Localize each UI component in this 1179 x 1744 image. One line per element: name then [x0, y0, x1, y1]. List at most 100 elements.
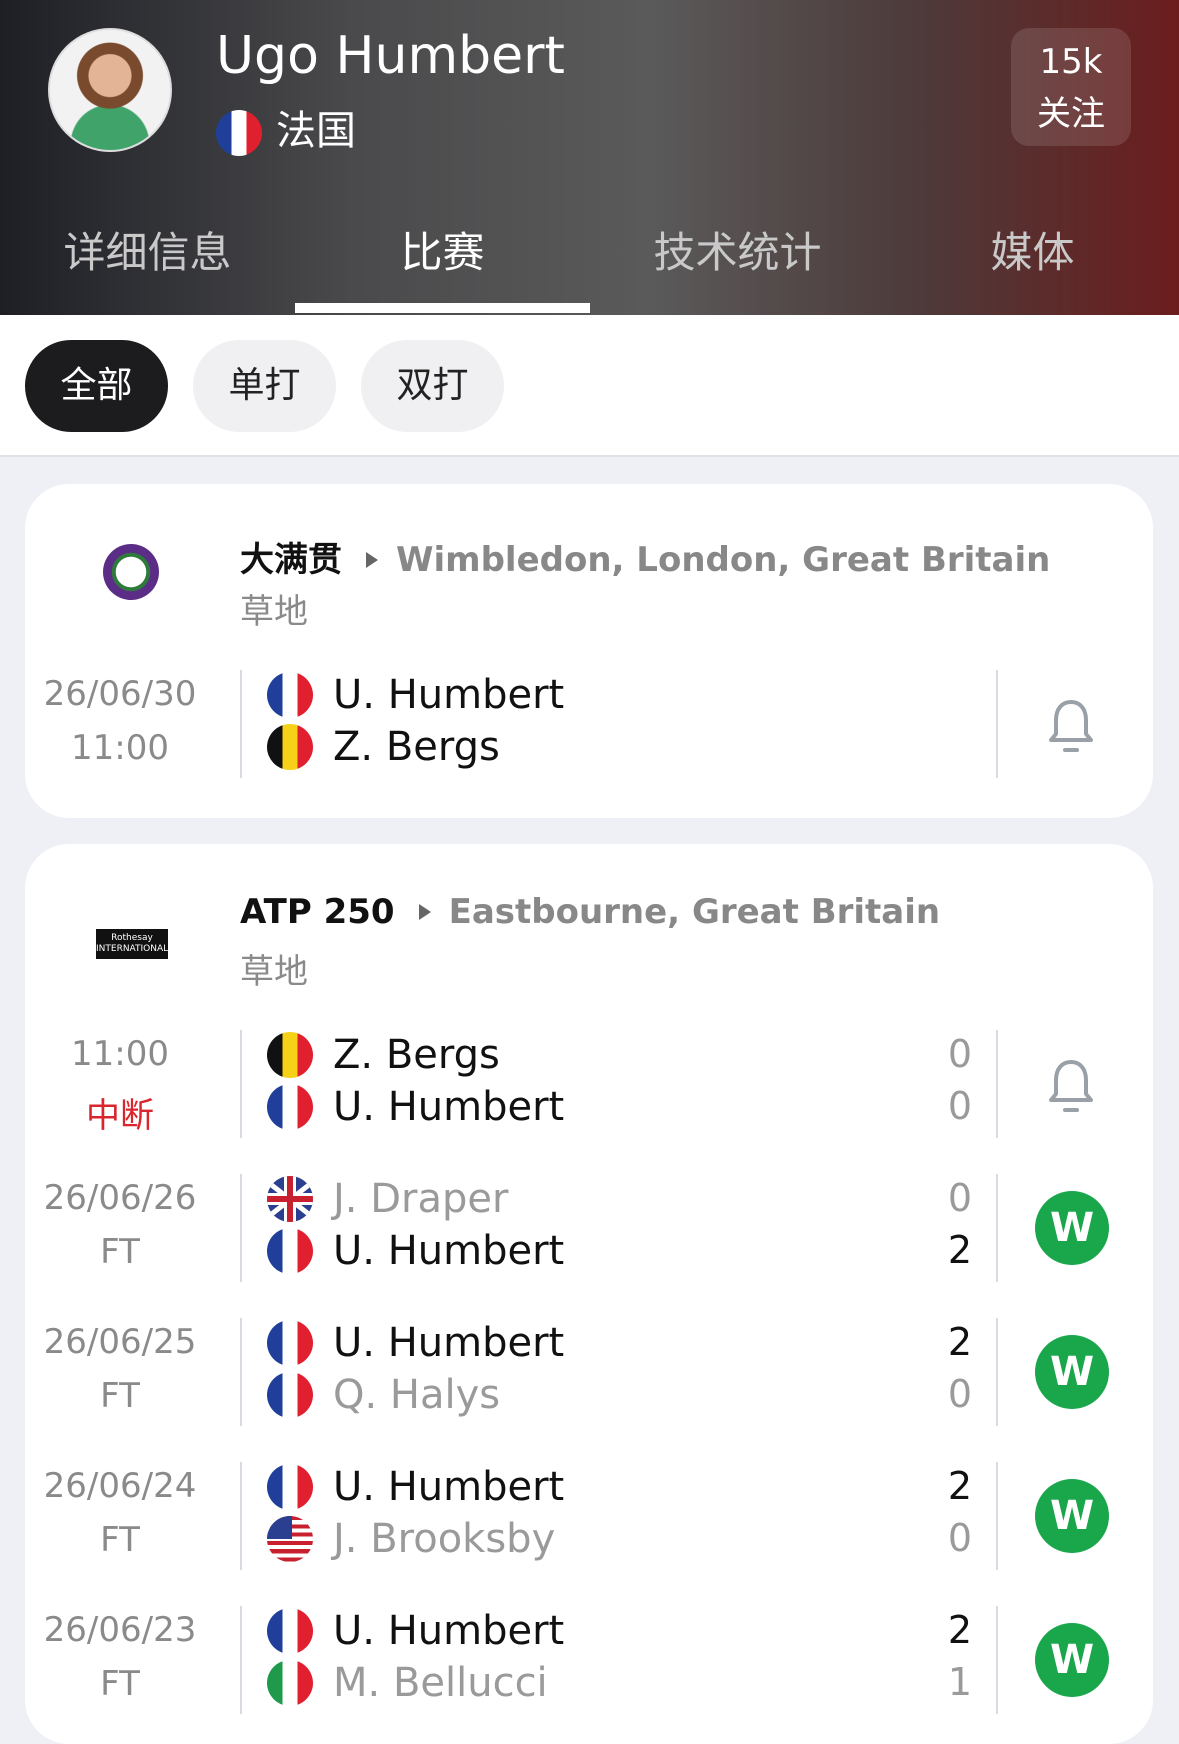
active-tab-indicator: [295, 303, 590, 313]
belgium-flag-icon: [267, 724, 313, 770]
player-country: 法国: [216, 98, 356, 156]
player-2-name: Q. Halys: [333, 1372, 501, 1418]
divider: [240, 1318, 242, 1426]
player-2-score: 0: [947, 1372, 973, 1416]
divider: [240, 1462, 242, 1570]
win-badge: W: [1035, 1623, 1109, 1697]
filter-bar: 全部 单打 双打: [0, 315, 1179, 457]
divider: [996, 1174, 998, 1282]
player-1-score: 0: [947, 1032, 973, 1076]
win-badge: W: [1035, 1479, 1109, 1553]
player-avatar: [48, 28, 172, 152]
match-row[interactable]: 26/06/30 11:00 U. Humbert Z. Bergs: [25, 670, 1153, 780]
france-flag-icon: [267, 1464, 313, 1510]
player-name: Ugo Humbert: [216, 26, 565, 86]
match-date: 26/06/24: [43, 1466, 197, 1506]
usa-flag-icon: [267, 1516, 313, 1562]
tournament-category: 大满贯: [240, 540, 342, 580]
match-row[interactable]: 26/06/23 FT U. Humbert M. Bellucci 2 1 W: [25, 1606, 1153, 1716]
bell-icon[interactable]: [1047, 1058, 1095, 1116]
tournament-card-eastbourne: Rothesay INTERNATIONAL ATP 250 Eastbourne…: [25, 844, 1153, 1744]
divider: [996, 1030, 998, 1138]
tournament-header[interactable]: 大满贯 Wimbledon, London, Great Britain: [240, 532, 1050, 581]
player-1-row: U. Humbert: [267, 1606, 564, 1656]
player-2-name: U. Humbert: [333, 1228, 565, 1274]
match-row[interactable]: 26/06/25 FT U. Humbert Q. Halys 2 0 W: [25, 1318, 1153, 1428]
player-header: Ugo Humbert 法国 15k 关注 详细信息 比赛 技术统计 媒体: [0, 0, 1179, 315]
divider: [996, 1318, 998, 1426]
player-2-score: 2: [947, 1228, 973, 1272]
player-2-name: U. Humbert: [333, 1084, 565, 1130]
italy-flag-icon: [267, 1660, 313, 1706]
player-2-row: M. Bellucci: [267, 1658, 548, 1708]
player-2-score: 1: [947, 1660, 973, 1704]
france-flag-icon: [267, 1228, 313, 1274]
match-status: FT: [100, 1520, 140, 1560]
france-flag-icon: [267, 1084, 313, 1130]
player-1-score: 2: [947, 1464, 973, 1508]
divider: [996, 670, 998, 778]
filter-singles-chip[interactable]: 单打: [193, 340, 336, 432]
player-1-name: U. Humbert: [333, 1608, 565, 1654]
match-time: 11:00: [71, 728, 169, 768]
france-flag-icon: [216, 110, 262, 156]
player-1-name: U. Humbert: [333, 672, 565, 718]
tab-bar: 详细信息 比赛 技术统计 媒体: [0, 205, 1179, 315]
divider: [996, 1606, 998, 1714]
tournament-category: ATP 250: [240, 892, 395, 932]
bell-icon[interactable]: [1047, 698, 1095, 756]
france-flag-icon: [267, 1372, 313, 1418]
france-flag-icon: [267, 1608, 313, 1654]
win-badge: W: [1035, 1335, 1109, 1409]
belgium-flag-icon: [267, 1032, 313, 1078]
player-1-score: 0: [947, 1176, 973, 1220]
divider: [240, 1030, 242, 1138]
match-date: 26/06/25: [43, 1322, 197, 1362]
player-1-name: U. Humbert: [333, 1464, 565, 1510]
player-2-score: 0: [947, 1516, 973, 1560]
caret-right-icon: [366, 551, 378, 568]
filter-doubles-chip[interactable]: 双打: [361, 340, 504, 432]
uk-flag-icon: [267, 1176, 313, 1222]
match-row[interactable]: 26/06/26 FT J. Draper U. Humbert 0 2 W: [25, 1174, 1153, 1284]
tournament-location: Eastbourne, Great Britain: [448, 892, 941, 932]
tab-media[interactable]: 媒体: [885, 219, 1179, 280]
match-status: FT: [100, 1664, 140, 1704]
match-date: 26/06/26: [43, 1178, 197, 1218]
tab-matches[interactable]: 比赛: [295, 219, 590, 280]
match-row[interactable]: 26/06/24 FT U. Humbert J. Brooksby 2 0 W: [25, 1462, 1153, 1572]
match-time: 11:00: [71, 1034, 169, 1074]
player-2-name: Z. Bergs: [333, 724, 500, 770]
match-date: 26/06/30: [43, 674, 197, 714]
match-date: 26/06/23: [43, 1610, 197, 1650]
follow-button[interactable]: 15k 关注: [1011, 28, 1131, 146]
caret-right-icon: [418, 903, 431, 920]
player-2-row: U. Humbert: [267, 1082, 564, 1132]
rothesay-logo: Rothesay INTERNATIONAL: [96, 929, 168, 959]
player-2-row: J. Brooksby: [267, 1514, 555, 1564]
follow-label: 关注: [1037, 94, 1105, 134]
match-status-interrupted: 中断: [86, 1096, 154, 1136]
player-1-row: U. Humbert: [267, 670, 564, 720]
tournament-surface: 草地: [240, 592, 308, 632]
tournament-header[interactable]: ATP 250 Eastbourne, Great Britain: [240, 892, 940, 932]
tournament-location: Wimbledon, London, Great Britain: [396, 540, 1051, 580]
tournament-surface: 草地: [240, 952, 308, 992]
match-status: FT: [100, 1376, 140, 1416]
player-1-row: U. Humbert: [267, 1462, 564, 1512]
player-1-name: J. Draper: [333, 1176, 509, 1222]
player-1-row: Z. Bergs: [267, 1030, 500, 1080]
filter-all-chip[interactable]: 全部: [25, 340, 168, 432]
tournament-card-wimbledon: 大满贯 Wimbledon, London, Great Britain 草地 2…: [25, 484, 1153, 818]
player-1-score: 2: [947, 1320, 973, 1364]
tab-stats[interactable]: 技术统计: [590, 219, 885, 280]
player-1-score: 2: [947, 1608, 973, 1652]
player-2-row: Q. Halys: [267, 1370, 500, 1420]
player-2-name: M. Bellucci: [333, 1660, 548, 1706]
match-row[interactable]: 11:00 中断 Z. Bergs U. Humbert 0 0: [25, 1030, 1153, 1140]
tab-details[interactable]: 详细信息: [0, 219, 295, 280]
divider: [996, 1462, 998, 1570]
player-1-name: U. Humbert: [333, 1320, 565, 1366]
country-label: 法国: [276, 108, 356, 154]
player-2-name: J. Brooksby: [333, 1516, 556, 1562]
